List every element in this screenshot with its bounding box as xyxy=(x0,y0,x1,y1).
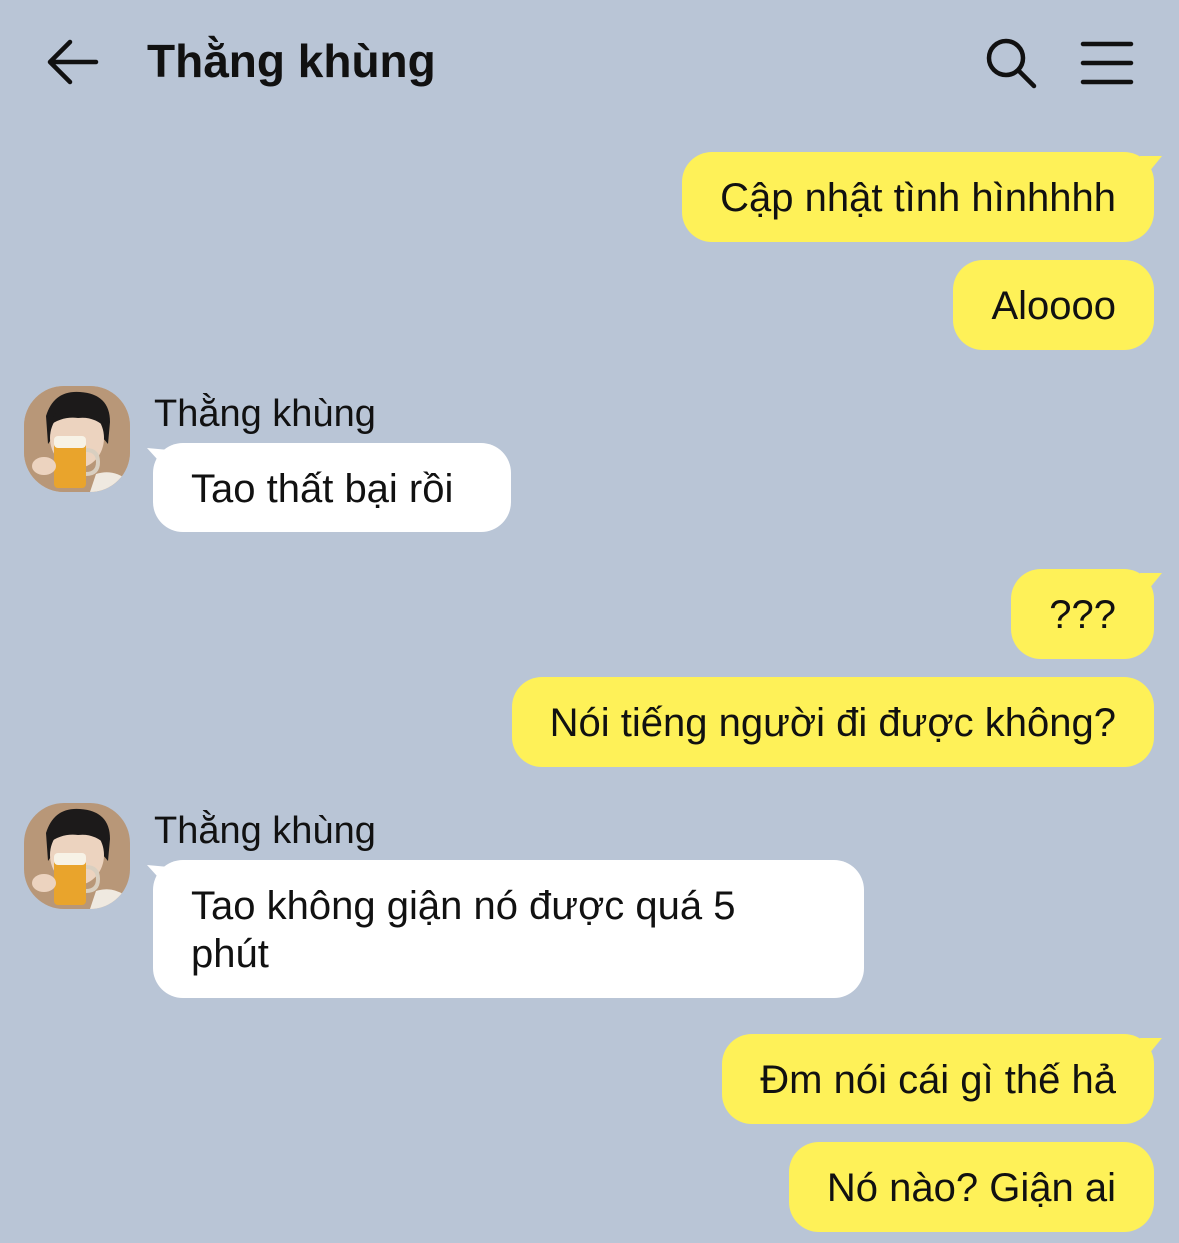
message-text: Đm nói cái gì thế hả xyxy=(760,1058,1116,1102)
my-message-bubble[interactable]: ??? xyxy=(1011,569,1154,659)
avatar-photo xyxy=(24,803,130,909)
message-text: Aloooo xyxy=(991,284,1116,328)
arrow-left-icon xyxy=(47,39,99,85)
avatar[interactable] xyxy=(24,386,130,492)
bubble-tail xyxy=(1140,156,1162,178)
menu-button[interactable] xyxy=(1076,32,1138,94)
message-text: Nó nào? Giận ai xyxy=(826,1166,1116,1210)
hamburger-menu-icon xyxy=(1080,41,1134,85)
message-text: ??? xyxy=(1049,593,1116,637)
my-message-bubble[interactable]: Aloooo xyxy=(953,260,1154,350)
chat-title: Thằng khùng xyxy=(147,35,436,87)
bubble-tail xyxy=(1140,1038,1162,1060)
search-icon xyxy=(986,38,1037,89)
my-message-bubble[interactable]: Đm nói cái gì thế hả xyxy=(722,1034,1154,1124)
my-message-bubble[interactable]: Nó nào? Giận ai xyxy=(788,1142,1154,1232)
my-message-bubble[interactable]: Nói tiếng người đi được không? xyxy=(511,677,1154,767)
message-text: Cập nhật tình hìnhhhh xyxy=(720,176,1116,220)
message-text: Tao thất bại rồi xyxy=(191,467,454,511)
sender-name: Thằng khùng xyxy=(154,810,376,852)
their-message-bubble[interactable]: Tao không giận nó được quá 5 phút xyxy=(153,860,864,998)
bubble-tail xyxy=(1140,573,1162,595)
avatar-photo xyxy=(24,386,130,492)
back-button[interactable] xyxy=(40,30,104,94)
their-message-bubble[interactable]: Tao thất bại rồi xyxy=(153,443,511,532)
search-button[interactable] xyxy=(980,32,1042,94)
sender-name: Thằng khùng xyxy=(154,393,376,435)
my-message-bubble[interactable]: Cập nhật tình hìnhhhh xyxy=(682,152,1154,242)
chat-header: Thằng khùng xyxy=(0,0,1179,125)
message-text: Nói tiếng người đi được không? xyxy=(549,701,1116,745)
message-text: Tao không giận nó được quá 5 phút xyxy=(191,884,736,976)
avatar[interactable] xyxy=(24,803,130,909)
